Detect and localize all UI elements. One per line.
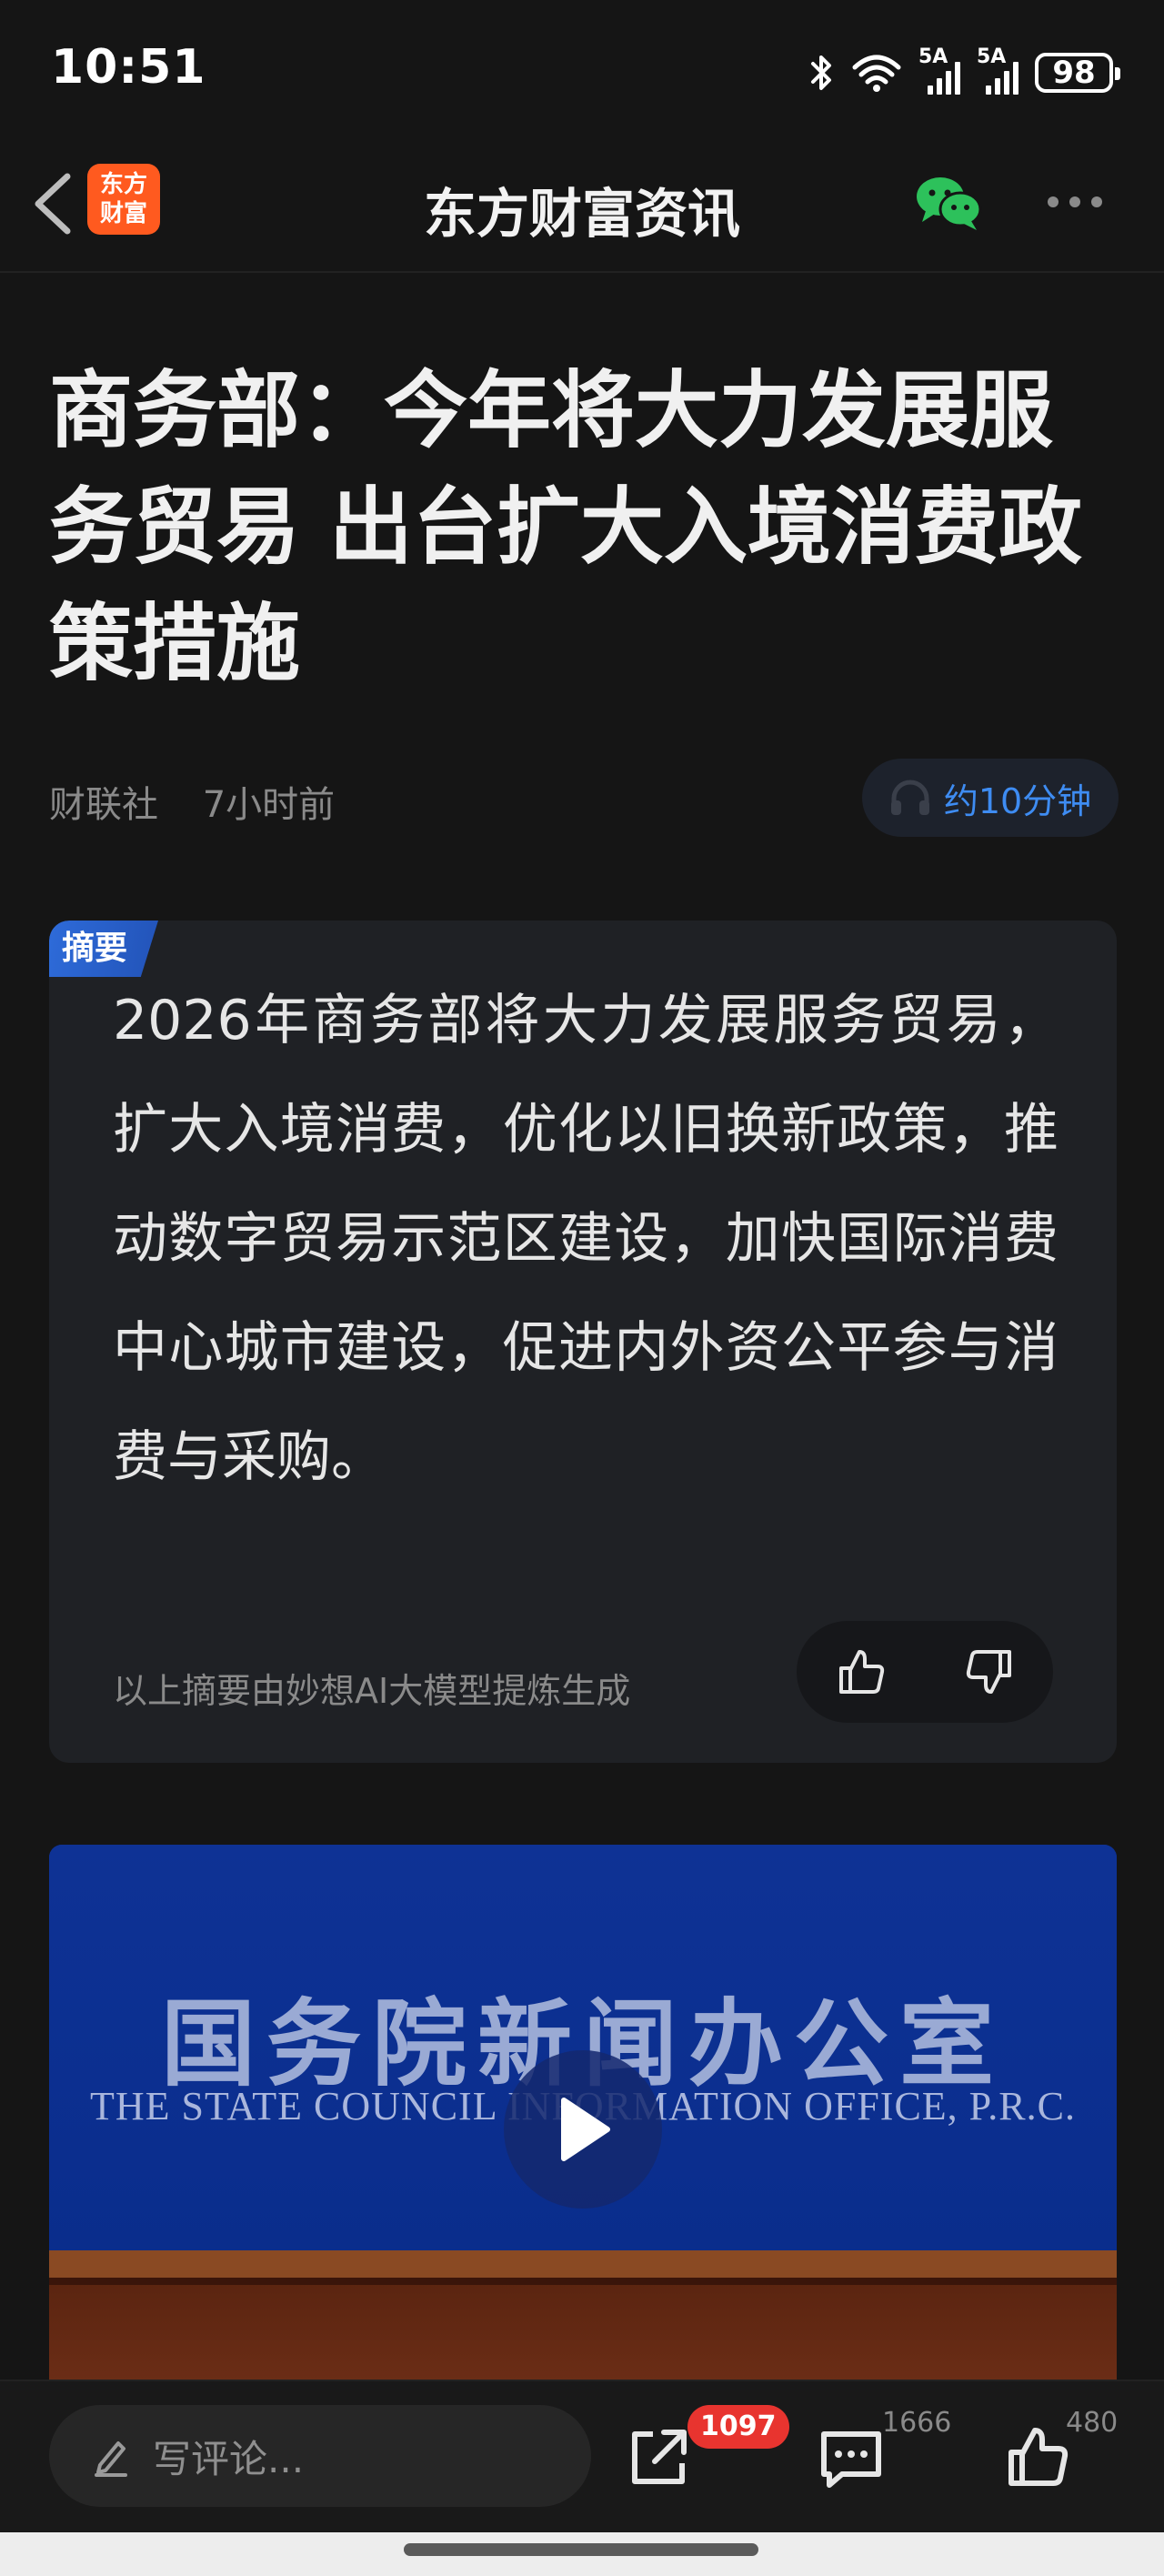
system-nav-area xyxy=(0,2532,1164,2576)
cellular-signal-1: 5A xyxy=(918,45,960,95)
article-meta: 财联社 7小时前 xyxy=(49,775,335,828)
status-bar: 10:51 5A 5A 98 xyxy=(0,0,1164,136)
comment-input[interactable]: 写评论... xyxy=(49,2405,591,2507)
thumbs-up-icon[interactable] xyxy=(1002,2421,1075,2494)
thumbs-up-icon[interactable] xyxy=(834,1645,888,1699)
bottom-action-bar: 写评论... 1097 1666 480 xyxy=(0,2380,1164,2534)
status-time: 10:51 xyxy=(51,40,206,95)
listen-duration: 约10分钟 xyxy=(943,780,1092,821)
podium-trim xyxy=(49,2250,1117,2278)
wifi-icon xyxy=(852,55,901,92)
summary-footnote: 以上摘要由妙想AI大模型提炼生成 xyxy=(113,1671,631,1711)
nav-title: 东方财富资讯 xyxy=(423,183,740,245)
battery-icon: 98 xyxy=(1035,53,1120,93)
nav-bar: 东方 财富 东方财富资讯 xyxy=(0,136,1164,273)
headphones-icon xyxy=(890,780,929,815)
listen-button[interactable]: 约10分钟 xyxy=(862,759,1119,837)
share-icon[interactable] xyxy=(622,2421,695,2494)
article-title: 商务部：今年将大力发展服务贸易 出台扩大入境消费政策措施 xyxy=(49,362,1083,692)
comment-icon[interactable] xyxy=(815,2421,888,2494)
more-dots-icon[interactable] xyxy=(1048,196,1102,207)
bluetooth-icon xyxy=(811,55,831,90)
summary-card: 摘要 2026年商务部将大力发展服务贸易，扩大入境消费，优化以旧换新政策，推动数… xyxy=(49,921,1117,1763)
like-count: 480 xyxy=(1066,2407,1119,2439)
comment-count: 1666 xyxy=(882,2407,952,2439)
status-icons: 5A 5A 98 xyxy=(808,45,1120,100)
network-type-label: 5A xyxy=(918,45,948,68)
play-icon xyxy=(561,2098,610,2161)
cellular-signal-2: 5A xyxy=(977,45,1018,95)
article-source[interactable]: 财联社 xyxy=(49,784,158,826)
article-time: 7小时前 xyxy=(202,784,336,826)
home-indicator[interactable] xyxy=(404,2543,758,2556)
summary-text: 2026年商务部将大力发展服务贸易，扩大入境消费，优化以旧换新政策，推动数字贸易… xyxy=(113,989,1059,1489)
summary-feedback xyxy=(797,1621,1053,1723)
pencil-icon xyxy=(95,2441,127,2477)
share-count-badge: 1097 xyxy=(687,2405,789,2449)
network-type-label: 5A xyxy=(977,45,1007,68)
wechat-icon[interactable] xyxy=(913,171,986,235)
comment-placeholder: 写评论... xyxy=(153,2436,305,2481)
thumbs-down-icon[interactable] xyxy=(962,1645,1017,1699)
podium xyxy=(49,2278,1117,2381)
play-button[interactable] xyxy=(504,2050,662,2209)
battery-level: 98 xyxy=(1052,55,1096,91)
video-player[interactable]: 国务院新闻办公室 THE STATE COUNCIL INFORMATION O… xyxy=(49,1845,1117,2381)
